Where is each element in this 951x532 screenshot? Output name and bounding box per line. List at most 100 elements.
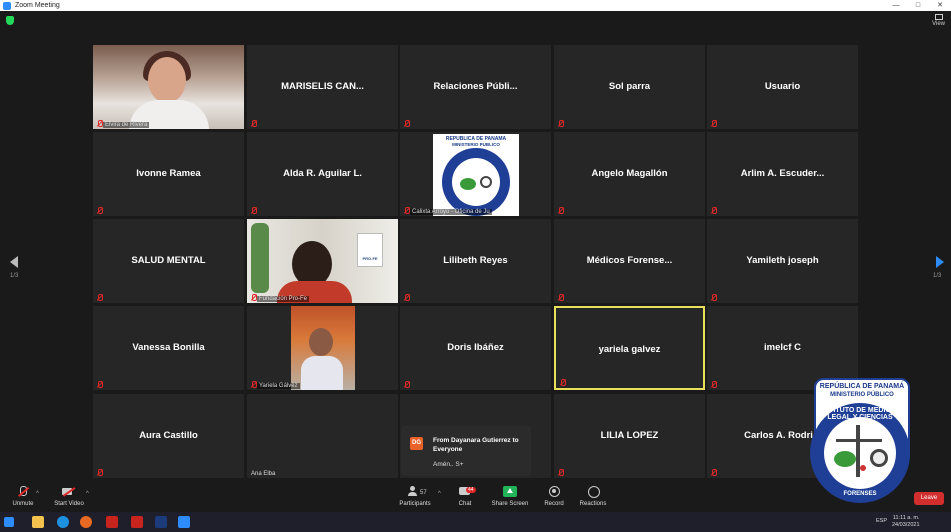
muted-mic-icon: [710, 469, 717, 476]
windows-taskbar: ESP 11:11 a. m. 24/03/2021: [0, 512, 951, 532]
logo-card: REPUBLICA DE PANAMA MINISTERIO PUBLICO: [433, 134, 519, 216]
participant-name: Sol parra: [608, 81, 651, 92]
unmute-button[interactable]: Unmute: [8, 486, 38, 507]
logo-line2: MINISTERIO PUBLICO: [452, 142, 500, 147]
participants-button[interactable]: Participants: [396, 486, 434, 507]
participant-tile[interactable]: SALUD MENTAL: [93, 219, 244, 303]
participant-tile[interactable]: Aura Castillo: [93, 394, 244, 478]
participant-name-label: Elvira de Rivera: [103, 122, 150, 128]
start-menu-icon[interactable]: [4, 517, 14, 527]
big-logo-line1: REPÚBLICA DE PANAMÁ: [819, 383, 905, 390]
keyboard-language[interactable]: ESP: [876, 518, 887, 525]
muted-mic-icon: [403, 207, 410, 214]
muted-mic-icon: [250, 207, 257, 214]
start-video-label: Start Video: [54, 501, 84, 507]
video-options-caret-icon[interactable]: ^: [86, 491, 89, 497]
maximize-icon[interactable]: □: [907, 0, 929, 11]
muted-mic-icon: [96, 294, 103, 301]
page-indicator-right: 1/3: [933, 273, 942, 279]
view-button[interactable]: View: [932, 14, 945, 27]
participant-name: Relaciones Públi...: [433, 81, 518, 92]
record-label: Record: [544, 501, 564, 507]
grid-view-icon: [934, 14, 943, 20]
participant-tile[interactable]: Médicos Forense...: [554, 219, 705, 303]
reactions-button[interactable]: Reactions: [578, 486, 608, 507]
participant-tile[interactable]: Sol parra: [554, 45, 705, 129]
previous-page-arrow-icon[interactable]: [10, 256, 18, 268]
participant-tile[interactable]: Ana Elba: [247, 394, 398, 478]
share-screen-label: Share Screen: [491, 501, 529, 507]
participant-name: Vanessa Bonilla: [132, 342, 205, 353]
muted-mic-icon: [710, 207, 717, 214]
participant-tile[interactable]: Relaciones Públi...: [400, 45, 551, 129]
muted-mic-icon: [96, 207, 103, 214]
participant-tile[interactable]: Elvira de Rivera: [93, 45, 244, 129]
big-seal-ring-top: INSTITUTO DE MEDICINA LEGAL Y CIENCIAS: [817, 407, 903, 421]
participant-tile[interactable]: Alda R. Aguilar L.: [247, 132, 398, 216]
participant-name: Ivonne Ramea: [136, 168, 201, 179]
firefox-icon[interactable]: [80, 516, 92, 528]
photoshop-icon[interactable]: [155, 516, 167, 528]
participant-name-label: Ana Elba: [251, 471, 276, 477]
clock[interactable]: 11:11 a. m. 24/03/2021: [892, 515, 920, 529]
record-button[interactable]: Record: [541, 486, 567, 507]
participant-name: Usuario: [764, 81, 801, 92]
participant-tile[interactable]: Arlim A. Escuder...: [707, 132, 858, 216]
share-screen-button[interactable]: Share Screen: [490, 486, 530, 507]
chat-label: Chat: [458, 501, 472, 507]
minimize-icon[interactable]: —: [885, 0, 907, 11]
muted-mic-icon: [557, 207, 564, 214]
participant-name-label: Fundación Pro-Fe: [257, 296, 310, 302]
participant-body: [301, 356, 343, 390]
participant-tile[interactable]: Vanessa Bonilla: [93, 306, 244, 390]
muted-mic-icon: [559, 379, 566, 386]
participant-tile[interactable]: Yamileth joseph: [707, 219, 858, 303]
chat-notification[interactable]: DG From Dayanara Gutierrez to Everyone A…: [401, 426, 531, 476]
participant-face: [148, 57, 186, 103]
participant-tile[interactable]: Yariela Gálvez: [247, 306, 398, 390]
reactions-label: Reactions: [579, 501, 607, 507]
participant-tile[interactable]: Doris Ibáñez: [400, 306, 551, 390]
page-indicator-left: 1/3: [10, 273, 19, 279]
participant-tile[interactable]: Angelo Magallón: [554, 132, 705, 216]
muted-mic-icon: [250, 120, 257, 127]
meeting-top-bar: View: [0, 11, 951, 31]
acrobat-icon[interactable]: [106, 516, 118, 528]
red-berry-icon: [860, 465, 866, 471]
file-explorer-icon[interactable]: [32, 516, 44, 528]
start-video-button[interactable]: Start Video: [50, 486, 88, 507]
chat-sender: From Dayanara Gutierrez to Everyone: [433, 437, 519, 453]
zoom-taskbar-icon[interactable]: [178, 516, 190, 528]
edge-icon[interactable]: [57, 516, 69, 528]
participants-caret-icon[interactable]: ^: [438, 491, 441, 497]
participant-tile[interactable]: REPUBLICA DE PANAMA MINISTERIO PUBLICO Cal…: [400, 132, 551, 216]
participant-name-label: Calixta Arroyo - Oficina de Ju: [410, 209, 492, 215]
participant-tile[interactable]: PRO-FE Fundación Pro-Fe: [247, 219, 398, 303]
chat-unread-badge: 44: [466, 487, 476, 493]
participant-tile[interactable]: LILIA LOPEZ: [554, 394, 705, 478]
participant-name: Doris Ibáñez: [447, 342, 504, 353]
participant-tile[interactable]: Ivonne Ramea: [93, 132, 244, 216]
participant-tile[interactable]: Usuario: [707, 45, 858, 129]
participant-tile[interactable]: Lilibeth Reyes: [400, 219, 551, 303]
poster-image: PRO-FE: [357, 233, 383, 267]
muted-mic-icon: [403, 294, 410, 301]
muted-mic-icon: [403, 120, 410, 127]
window-title: Zoom Meeting: [15, 2, 60, 9]
clock-time: 11:11 a. m.: [892, 515, 920, 521]
participant-face: [309, 328, 333, 356]
audio-options-caret-icon[interactable]: ^: [36, 491, 39, 497]
participant-tile[interactable]: MARISELIS CAN...: [247, 45, 398, 129]
institute-logo-overlay: REPÚBLICA DE PANAMÁ MINISTERIO PÚBLICO I…: [808, 378, 910, 504]
leaf-icon: [460, 178, 476, 190]
scales-beam: [836, 439, 882, 442]
seal-ring-icon: [442, 148, 510, 216]
encryption-shield-icon[interactable]: [6, 16, 14, 25]
next-page-arrow-icon[interactable]: [936, 256, 944, 268]
powerpoint-icon[interactable]: [131, 516, 143, 528]
close-icon[interactable]: ✕: [929, 0, 951, 11]
participant-tile[interactable]: yariela galvez: [554, 306, 705, 390]
leave-button[interactable]: Leave: [914, 492, 944, 505]
big-logo-line2: MINISTERIO PÚBLICO: [830, 392, 894, 398]
participant-name: yariela galvez: [598, 344, 661, 355]
